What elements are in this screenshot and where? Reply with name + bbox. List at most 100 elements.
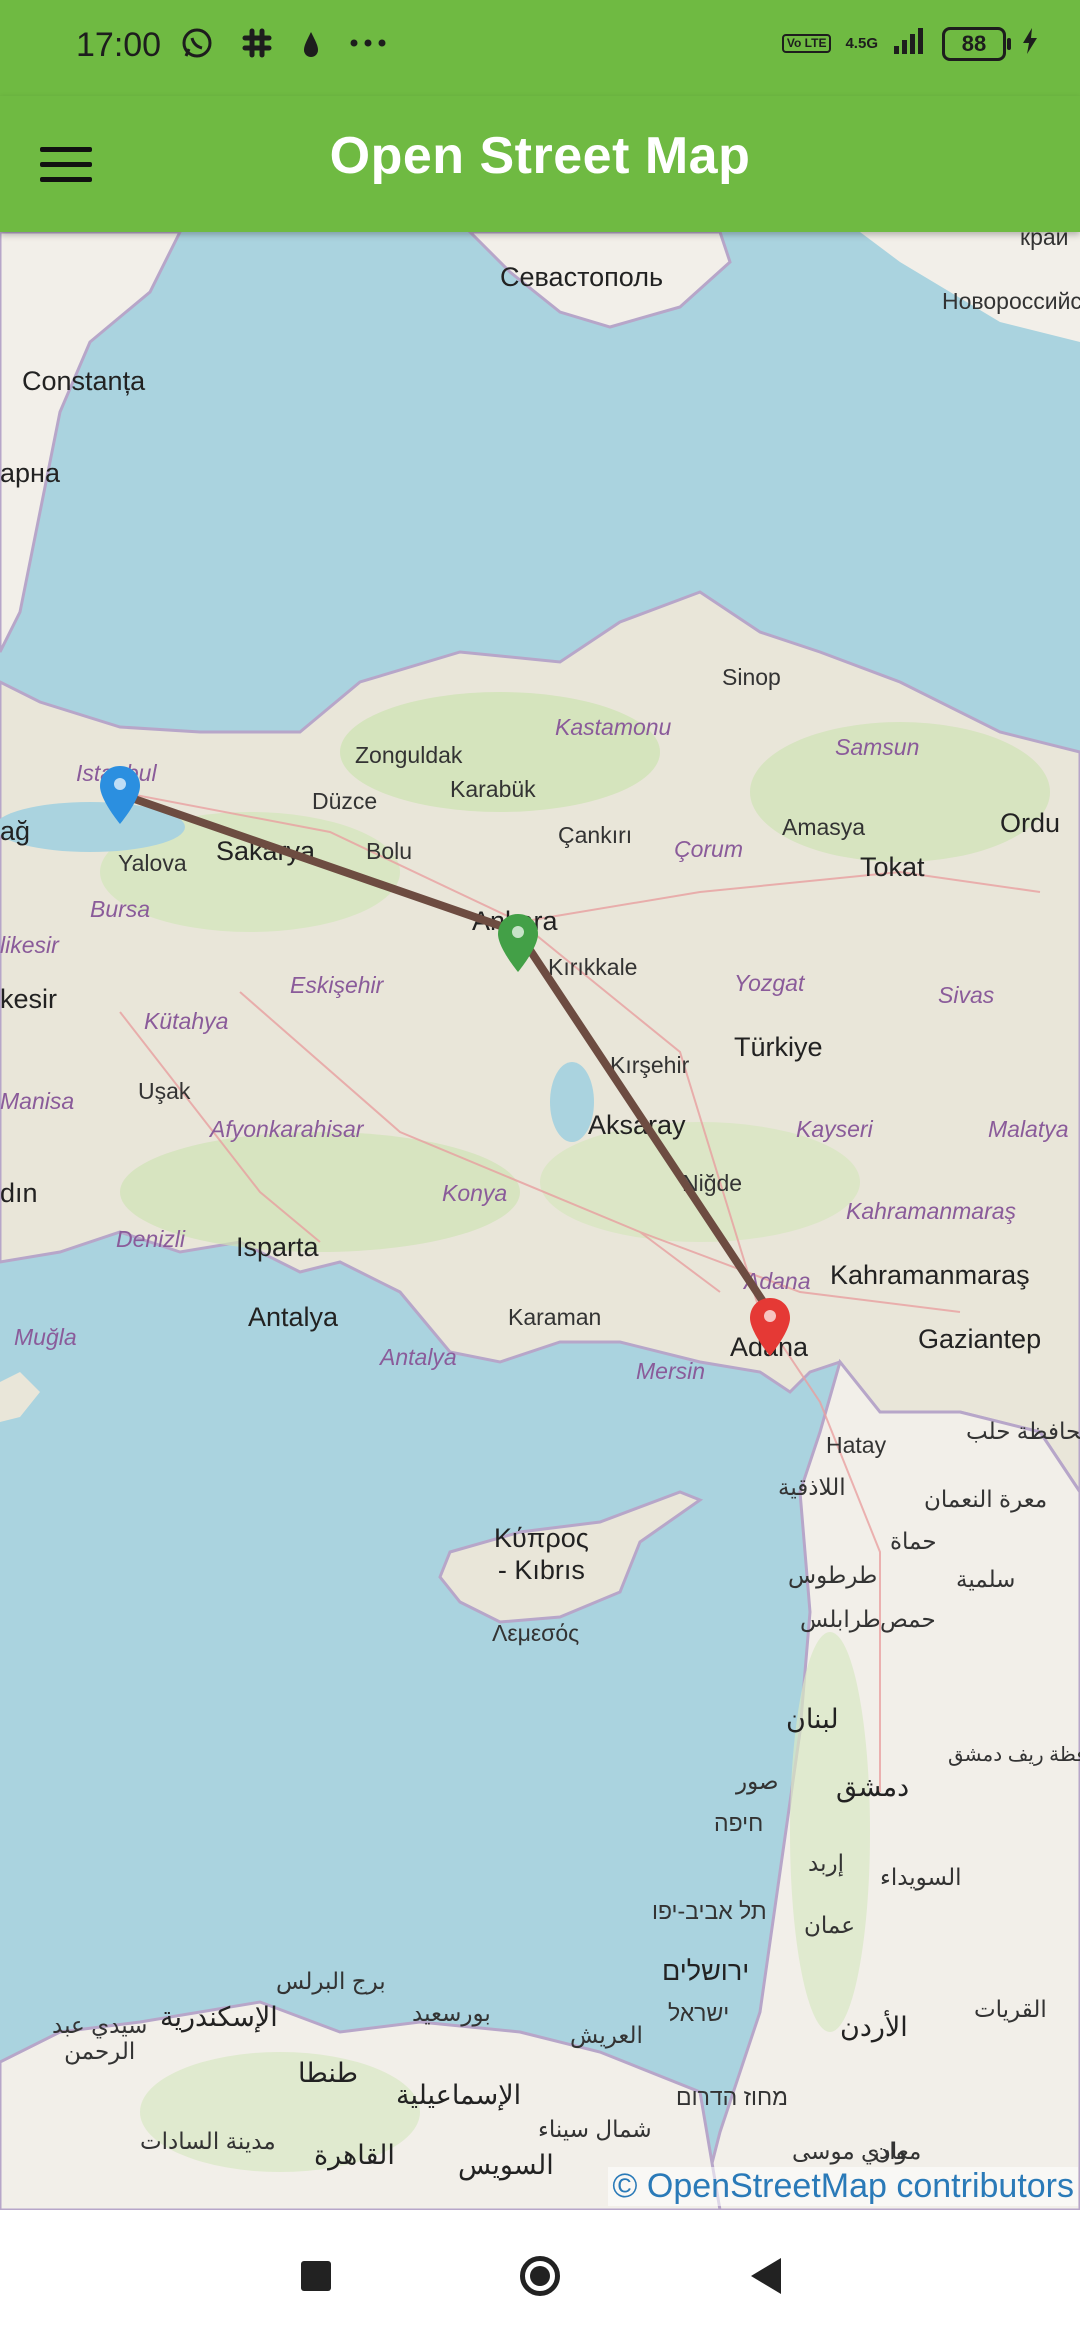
red-marker-icon[interactable] — [748, 1296, 792, 1358]
map-label: Manisa — [0, 1088, 75, 1114]
home-button[interactable] — [510, 2246, 570, 2306]
map-label: حماة — [890, 1528, 937, 1554]
map-label: Niğde — [682, 1170, 743, 1196]
map-label: Antalya — [380, 1344, 457, 1370]
map-label: Malatya — [988, 1116, 1069, 1142]
map-label: Adana — [744, 1268, 811, 1294]
map-label: Zonguldak — [355, 742, 463, 768]
map-label: Kahramanmaraş — [830, 1260, 1030, 1290]
system-status-icons: Vo LTE 4.5G 88 — [781, 26, 1040, 61]
map-label: Tokat — [860, 852, 925, 882]
map-label: السويداء — [880, 1864, 962, 1890]
map-label: dın — [0, 1178, 38, 1208]
map-label: القريات — [974, 1996, 1047, 2022]
map-label: Kahramanmaraş — [846, 1198, 1017, 1224]
map-label: Λεμεσός — [492, 1620, 580, 1646]
map-label: ירושלים — [662, 1956, 750, 1986]
map-label: الإسكندرية — [160, 2002, 278, 2032]
map-label: طنطا — [298, 2058, 359, 2088]
drop-icon — [300, 26, 322, 71]
map-label: Düzce — [312, 788, 378, 814]
recent-apps-button[interactable] — [286, 2246, 346, 2306]
map-label: Севастополь — [500, 262, 664, 292]
map-label: Kütahya — [144, 1008, 229, 1034]
map-label: السويس — [458, 2150, 554, 2180]
map-label: Eskişehir — [290, 972, 384, 998]
map-label: حمص — [880, 1606, 936, 1632]
map-label: بورسعيد — [412, 2000, 491, 2026]
volte-badge: Vo LTE — [781, 34, 832, 53]
status-time: 17:00 — [76, 26, 162, 64]
map-label: Kırıkkale — [548, 954, 638, 980]
map-label: תל אביב-יפו — [652, 1898, 767, 1924]
map-attribution-link[interactable]: © OpenStreetMap contributors — [608, 2167, 1078, 2206]
map-label: اللاذقية — [778, 1474, 846, 1500]
status-bar: 17:00 Vo LTE 4.5G 88 — [0, 0, 1080, 96]
whatsapp-icon — [180, 26, 214, 71]
map-label: القاهرة — [314, 2140, 395, 2170]
circle-home-icon — [520, 2256, 560, 2296]
map-label: Sakarya — [216, 836, 316, 866]
map-label: Karaman — [508, 1304, 602, 1330]
back-button[interactable] — [736, 2246, 796, 2306]
page-title: Open Street Map — [329, 127, 751, 185]
map-label: Samsun — [835, 734, 920, 760]
map-label: Konya — [442, 1180, 508, 1206]
map-label: الإسماعيلية — [396, 2080, 522, 2110]
map-label: دمشق — [836, 1772, 910, 1802]
map-label: Bursa — [90, 896, 151, 922]
map-label: kesir — [0, 984, 58, 1014]
map-label: شمال سيناء — [538, 2116, 652, 2142]
map-label: Denizli — [116, 1226, 186, 1252]
map-label: Constanța — [22, 366, 146, 396]
map-label: Yozgat — [734, 970, 805, 996]
map-label: Kayseri — [796, 1116, 873, 1142]
map-label: سيدي عبد الرحمن — [52, 2012, 148, 2064]
map-label: арна — [0, 458, 60, 488]
blue-marker-icon[interactable] — [98, 764, 142, 826]
map-label: Κύπρος - Kıbrıs — [494, 1523, 589, 1585]
map-view[interactable]: Севастополь Новороссийс край Constanța а… — [0, 232, 1080, 2210]
map-label: الأردن — [840, 2012, 908, 2042]
map-label: معرة النعمان — [924, 1486, 1048, 1512]
map-label: Sinop — [722, 664, 781, 690]
map-label: Uşak — [138, 1078, 191, 1104]
green-marker-icon[interactable] — [496, 912, 540, 974]
map-label: Новороссийс — [942, 288, 1080, 314]
map-label: Kırşehir — [610, 1052, 690, 1078]
map-label: Muğla — [14, 1324, 77, 1350]
map-label: Kastamonu — [555, 714, 672, 740]
app-bar: Open Street Map — [0, 96, 1080, 232]
map-label: لبنان — [786, 1704, 839, 1734]
map-label: Mersin — [636, 1358, 706, 1384]
map-label: محافظة حلب — [966, 1418, 1080, 1444]
map-label: חיפה — [714, 1810, 764, 1836]
map-label: معان — [874, 2138, 922, 2164]
map-label: طرطوس — [788, 1562, 878, 1588]
map-label: Gaziantep — [918, 1324, 1042, 1354]
map-label: край — [1020, 232, 1069, 250]
map-label: محافظة ريف دمشق — [948, 1744, 1080, 1766]
map-label: Afyonkarahisar — [210, 1116, 364, 1142]
map-label: מחוז הדרום — [676, 2084, 788, 2110]
map-label: Amasya — [782, 814, 866, 840]
map-label: طرابلس — [800, 1606, 881, 1632]
map-label: عمان — [804, 1912, 855, 1938]
more-dots-icon — [348, 26, 388, 71]
map-label: صور — [736, 1768, 779, 1794]
map-label: ağ — [0, 816, 31, 846]
map-label: برج البرلس — [276, 1968, 386, 1994]
network-type: 4.5G — [845, 34, 878, 52]
notification-icons — [180, 26, 388, 71]
map-label: Isparta — [236, 1232, 319, 1262]
map-label: Çorum — [674, 836, 744, 862]
map-label: Yalova — [118, 850, 187, 876]
map-label: Türkiye — [734, 1032, 823, 1062]
system-nav-bar — [0, 2210, 1080, 2340]
battery-indicator: 88 — [942, 26, 1011, 61]
square-icon — [301, 2261, 331, 2291]
slack-icon — [240, 26, 274, 71]
signal-icon — [892, 26, 928, 61]
map-label: Karabük — [450, 776, 536, 802]
map-label: Çankırı — [558, 822, 633, 848]
